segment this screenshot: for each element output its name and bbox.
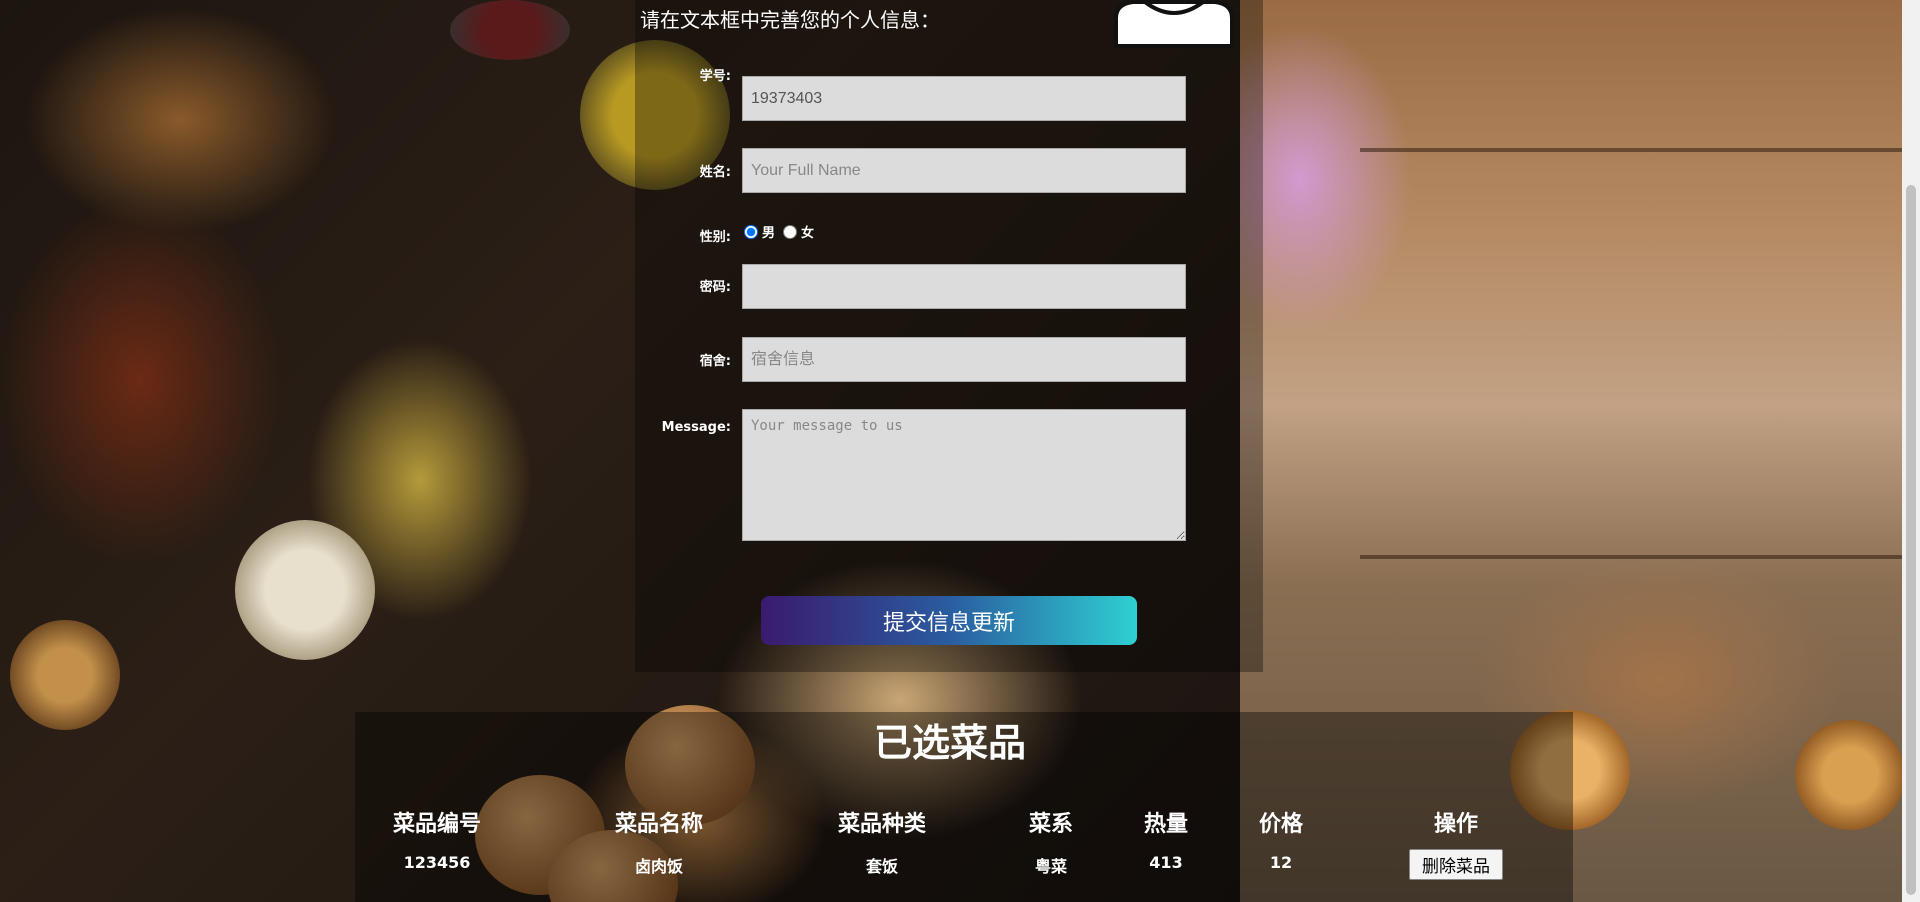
submit-update-button[interactable]: 提交信息更新 [761, 596, 1137, 645]
message-label: Message: [661, 420, 731, 435]
page-scrollbar[interactable] [1902, 0, 1920, 902]
cell-dish-category: 套饭 [865, 857, 898, 876]
col-header-calories: 热量 [1143, 812, 1188, 837]
avatar-image [1114, 0, 1234, 48]
col-header-dish-id: 菜品编号 [392, 812, 481, 837]
name-label: 姓名: [699, 165, 731, 180]
cell-cuisine: 粤菜 [1034, 857, 1067, 876]
col-header-action: 操作 [1433, 812, 1478, 837]
gender-group: 男 女 [742, 222, 814, 241]
cell-calories: 413 [1149, 853, 1183, 872]
cell-dish-id: 123456 [403, 853, 471, 872]
student-id-input[interactable] [742, 76, 1186, 121]
cell-dish-name: 卤肉饭 [634, 857, 683, 876]
gender-female-label: 女 [801, 226, 815, 241]
dorm-label: 宿舍: [699, 354, 731, 369]
student-id-label: 学号: [699, 69, 731, 84]
gender-female-radio[interactable] [783, 224, 798, 239]
delete-dish-button[interactable]: 删除菜品 [1409, 849, 1503, 880]
col-header-dish-category: 菜品种类 [837, 812, 926, 837]
col-header-dish-name: 菜品名称 [614, 812, 703, 837]
wood-plank-line [1360, 555, 1920, 559]
wood-plank-line [1360, 148, 1920, 152]
col-header-price: 价格 [1258, 812, 1303, 837]
form-intro: 请在文本框中完善您的个人信息： [640, 8, 940, 32]
scrollbar-thumb[interactable] [1906, 185, 1916, 895]
gender-male-radio[interactable] [744, 224, 758, 239]
name-input[interactable] [742, 148, 1186, 193]
cell-price: 12 [1269, 853, 1293, 872]
message-textarea[interactable] [742, 409, 1186, 541]
dorm-input[interactable] [742, 337, 1186, 382]
gender-male-label: 男 [762, 226, 776, 241]
password-input[interactable] [742, 264, 1186, 309]
grilled-onion [235, 520, 375, 660]
selected-dishes-title: 已选菜品 [873, 721, 1026, 765]
sauce-bowl [450, 0, 570, 60]
password-label: 密码: [699, 280, 731, 295]
col-header-cuisine: 菜系 [1028, 812, 1073, 837]
gender-label: 性别: [699, 230, 731, 245]
